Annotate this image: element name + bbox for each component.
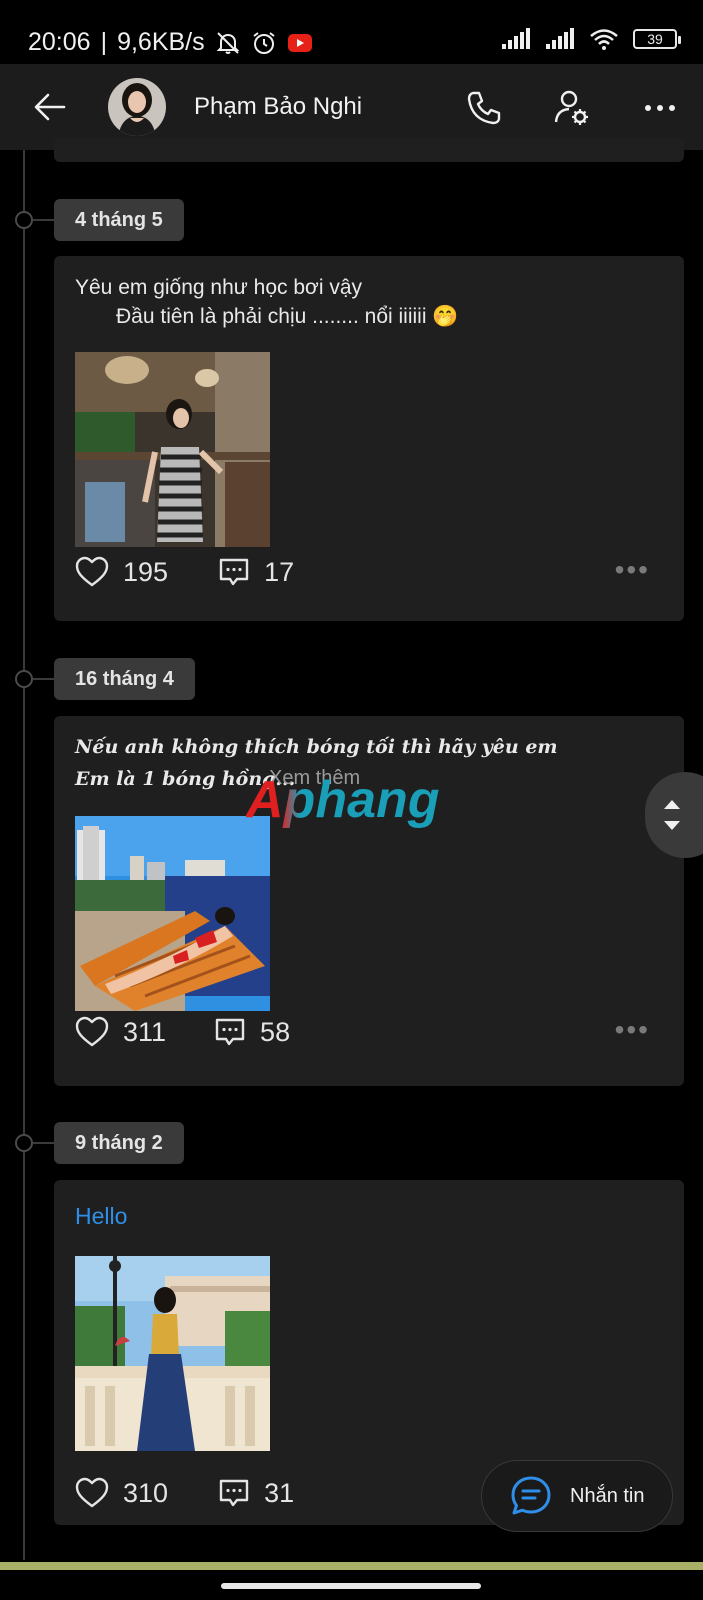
- post-photo[interactable]: [75, 352, 270, 547]
- post-more-icon[interactable]: •••: [615, 554, 650, 586]
- comment-count: 58: [260, 1016, 291, 1047]
- up-down-arrows-icon: [664, 800, 680, 830]
- post-card[interactable]: Yêu em giống như học bơi vậy Đầu tiên là…: [54, 256, 684, 621]
- back-arrow-icon[interactable]: [32, 89, 68, 125]
- signal-icon: [502, 28, 530, 49]
- like-count: 311: [123, 1016, 167, 1047]
- home-indicator[interactable]: [221, 1583, 481, 1589]
- like-button[interactable]: 310: [75, 1477, 168, 1509]
- post-text-line: Nếu anh không thích bóng tối thì hãy yêu…: [75, 736, 558, 758]
- status-right: 39: [501, 28, 681, 50]
- post-actions: 311 58: [75, 1012, 290, 1052]
- status-bar: 20:06 | 9,6KB/s 39: [0, 0, 703, 64]
- message-button-label: Nhắn tin: [570, 1484, 645, 1507]
- status-speed: 9,6KB/s: [117, 28, 205, 56]
- comment-button[interactable]: 31: [218, 1477, 294, 1509]
- comment-count: 17: [264, 556, 295, 587]
- comment-count: 31: [264, 1477, 295, 1508]
- post-text-line: Đầu tiên là phải chịu ........ nổi iiiii…: [116, 305, 459, 328]
- post-text-line: Hello: [75, 1203, 128, 1229]
- avatar[interactable]: [108, 78, 166, 136]
- comment-button[interactable]: 17: [218, 556, 294, 588]
- signal-icon: [546, 28, 574, 49]
- heart-icon: [75, 556, 109, 587]
- timeline-connector: [33, 1142, 55, 1144]
- post-photo[interactable]: [75, 1256, 270, 1451]
- status-left: 20:06 | 9,6KB/s: [28, 28, 313, 57]
- like-count: 310: [123, 1477, 169, 1508]
- comment-icon: [219, 558, 249, 586]
- date-chip: 9 tháng 2: [54, 1122, 184, 1164]
- battery-icon: 39: [633, 29, 681, 49]
- like-button[interactable]: 195: [75, 556, 168, 588]
- watermark: Aphang: [246, 770, 440, 830]
- like-count: 195: [123, 556, 169, 587]
- mute-bell-icon: [216, 31, 240, 54]
- chat-bubble-icon: [511, 1476, 551, 1515]
- post-text-line: Yêu em giống như học bơi vậy: [75, 276, 362, 299]
- phone-icon[interactable]: [464, 88, 504, 128]
- heart-icon: [75, 1477, 109, 1508]
- alarm-icon: [253, 31, 275, 54]
- bottom-strip: [0, 1562, 703, 1570]
- timeline-line: [23, 150, 25, 1560]
- watermark-text: Aphang: [246, 771, 440, 829]
- previous-post-card: [54, 138, 684, 162]
- more-icon[interactable]: [640, 88, 680, 128]
- post-actions: 310 31: [75, 1473, 294, 1513]
- timeline-connector: [33, 219, 55, 221]
- battery-level: 39: [647, 31, 663, 47]
- like-button[interactable]: 311: [75, 1016, 166, 1048]
- status-time: 20:06: [28, 28, 91, 56]
- post-more-icon[interactable]: •••: [615, 1014, 650, 1046]
- contact-name[interactable]: Phạm Bảo Nghi: [194, 93, 362, 121]
- post-photo[interactable]: [75, 816, 270, 1011]
- timeline-dot: [15, 211, 33, 229]
- heart-icon: [75, 1016, 109, 1047]
- date-chip: 16 tháng 4: [54, 658, 195, 700]
- timeline-dot: [15, 670, 33, 688]
- status-separator: |: [100, 28, 108, 56]
- timeline-dot: [15, 1134, 33, 1152]
- comment-icon: [215, 1018, 245, 1046]
- comment-button[interactable]: 58: [214, 1016, 290, 1048]
- message-button[interactable]: Nhắn tin: [481, 1460, 673, 1532]
- timeline-connector: [33, 678, 55, 680]
- user-settings-icon[interactable]: [552, 88, 592, 128]
- youtube-icon: [287, 33, 312, 52]
- post-actions: 195 17: [75, 552, 294, 592]
- wifi-icon: [590, 29, 618, 50]
- date-chip: 4 tháng 5: [54, 199, 184, 241]
- comment-icon: [219, 1479, 249, 1507]
